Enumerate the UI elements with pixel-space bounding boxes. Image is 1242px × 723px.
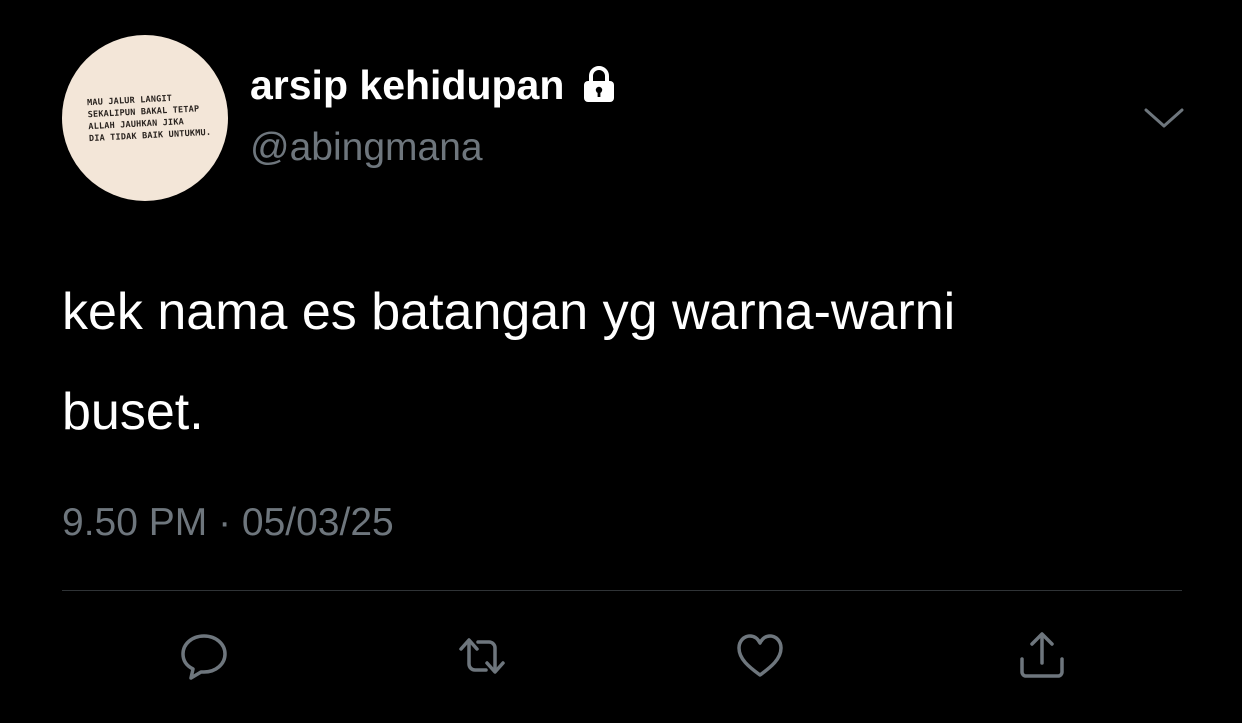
- heart-icon: [737, 634, 783, 677]
- tweet-timestamp[interactable]: 9.50 PM · 05/03/25: [62, 503, 394, 542]
- lock-icon: [578, 64, 620, 106]
- tweet-text-line: buset.: [62, 383, 204, 441]
- chevron-down-icon[interactable]: [1142, 102, 1186, 132]
- share-icon: [1020, 632, 1064, 678]
- share-button[interactable]: [1010, 624, 1074, 688]
- divider: [62, 590, 1182, 591]
- reply-icon: [181, 634, 227, 680]
- tweet-text-line: kek nama es batangan yg warna-warni: [62, 283, 956, 341]
- display-name[interactable]: arsip kehidupan: [250, 64, 564, 106]
- author-name-row: arsip kehidupan: [250, 64, 620, 106]
- avatar-quote: MAU JALUR LANGIT SEKALIPUN BAKAL TETAP A…: [87, 91, 212, 145]
- tweet-text: kek nama es batangan yg warna-warni buse…: [62, 262, 1212, 462]
- reply-button[interactable]: [172, 624, 236, 688]
- retweet-icon: [459, 638, 505, 674]
- retweet-button[interactable]: [450, 624, 514, 688]
- like-button[interactable]: [728, 624, 792, 688]
- avatar[interactable]: MAU JALUR LANGIT SEKALIPUN BAKAL TETAP A…: [62, 35, 228, 201]
- user-handle[interactable]: @abingmana: [250, 128, 483, 167]
